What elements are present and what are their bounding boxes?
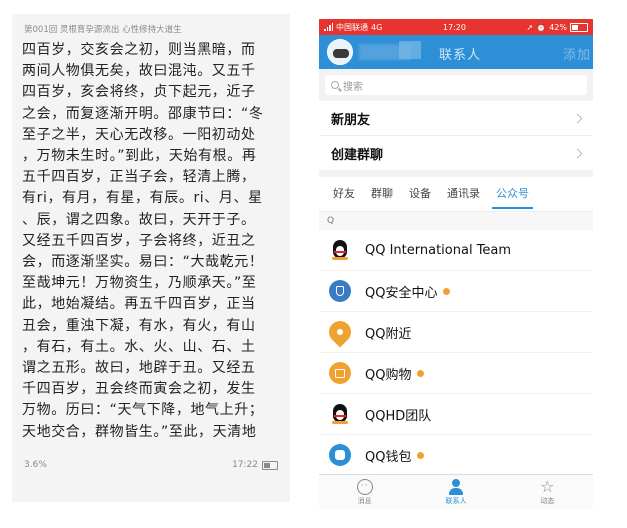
search-placeholder: 搜索: [343, 81, 363, 93]
list-item[interactable]: QQ International Team: [319, 230, 593, 271]
reader-time: 17:22: [232, 460, 258, 470]
text-line: 谓之五形。故曰，地辟于丑。又经五: [22, 360, 256, 377]
text-line: 、辰，谓之四象。故曰，天开于子。: [22, 211, 256, 228]
text-line: 又经五千四百岁，子会将终，近丑之: [22, 232, 256, 249]
list-item[interactable]: QQ安全中心: [319, 271, 593, 312]
text-line: 两间人物俱无矣，故曰混沌。又五千: [22, 63, 256, 80]
tab-address-book[interactable]: 通讯录: [439, 177, 488, 211]
tab-label: 联系人: [445, 496, 467, 505]
account-name: QQ钱包: [365, 449, 412, 465]
row-label: 创建群聊: [331, 147, 384, 163]
blurred-region: [399, 41, 421, 59]
search-bar: 搜索: [319, 69, 593, 101]
message-icon: [356, 478, 373, 495]
new-friends-row[interactable]: 新朋友: [319, 101, 593, 136]
text-line: 五千四百岁，正当子会，轻清上腾，: [22, 169, 256, 186]
text-line: 天地交合，群物皆生。”至此，天清地: [22, 423, 257, 440]
tab-label: 消息: [357, 496, 372, 505]
text-line: 四百岁，交亥会之初，则当黑暗，而: [22, 42, 256, 58]
notification-dot: [417, 369, 425, 377]
location-pin-icon: [324, 316, 356, 348]
bottom-tab-bar: 消息 联系人 ☆ 动态: [319, 474, 593, 509]
page-title: 联系人: [439, 48, 482, 63]
account-name: QQ International Team: [365, 242, 512, 258]
tab-messages[interactable]: 消息: [335, 478, 395, 506]
carrier-name: 中国联通: [336, 22, 368, 32]
reader-clock: 17:22: [232, 460, 278, 470]
text-line: 有ri，有月，有星，有辰。ri、月、星: [22, 190, 263, 207]
signal-icon: [324, 23, 333, 31]
create-group-chat-row[interactable]: 创建群聊: [319, 136, 593, 171]
tab-contacts[interactable]: 联系人: [426, 478, 486, 506]
battery-icon: [262, 460, 278, 470]
text-line: 丑会，重浊下凝，有水，有火，有山: [22, 317, 256, 334]
text-line: 至哉坤元！万物资生，乃顺承天。”至: [22, 275, 257, 292]
chevron-right-icon: [572, 113, 583, 123]
row-label: 新朋友: [331, 112, 371, 128]
wallet-icon: [329, 444, 351, 466]
ebook-reader-page[interactable]: 第001回 灵根育孕源流出 心性修持大道生 四百岁，交亥会之初，则当黑暗，而 两…: [12, 14, 290, 502]
battery-icon: [570, 22, 588, 32]
account-name: QQ购物: [365, 367, 412, 383]
list-item[interactable]: QQ购物: [319, 353, 593, 394]
text-line: 至子之半，天心无改移。一阳初动处: [22, 126, 256, 143]
account-name: QQ附近: [365, 326, 412, 342]
list-item[interactable]: QQHD团队: [319, 394, 593, 435]
text-line: 四百岁，亥会将终，贞下起元，近子: [22, 84, 256, 101]
add-button[interactable]: 添加: [563, 44, 591, 63]
notification-dot: [443, 287, 451, 295]
status-time: 17:20: [442, 22, 466, 32]
search-icon: [331, 81, 339, 89]
text-line: 会，而逐渐坚实。易曰：“大哉乾元！: [22, 254, 264, 271]
nav-bar: 联系人 添加: [319, 35, 593, 69]
chevron-right-icon: [572, 148, 583, 158]
text-line: ，万物未生时。”到此，天始有根。再: [22, 148, 257, 165]
penguin-icon: [329, 239, 351, 261]
avatar[interactable]: [327, 39, 353, 65]
tab-label: 动态: [540, 496, 555, 505]
chapter-title: 第001回 灵根育孕源流出 心性修持大道生: [24, 25, 182, 35]
tab-groups[interactable]: 群聊: [363, 177, 401, 211]
reading-text: 四百岁，交亥会之初，则当黑暗，而 两间人物俱无矣，故曰混沌。又五千 四百岁，亥会…: [22, 40, 284, 443]
list-item[interactable]: QQ附近: [319, 312, 593, 353]
tab-feeds[interactable]: ☆ 动态: [517, 476, 577, 506]
tab-friends[interactable]: 好友: [325, 177, 363, 211]
contact-tabs: 好友 群聊 设备 通讯录 公众号: [319, 177, 593, 212]
person-icon: [448, 478, 464, 495]
qq-contacts-screen: 中国联通 4G 17:20 ➚ ⏰ 42% 联系人 添加 搜索 新朋友 创建群聊…: [319, 19, 593, 509]
network-type: 4G: [371, 22, 383, 32]
notification-dot: [417, 451, 425, 459]
location-icon: ➚: [526, 22, 534, 32]
alarm-icon: ⏰: [536, 22, 547, 32]
status-bar: 中国联通 4G 17:20 ➚ ⏰ 42%: [319, 19, 593, 35]
star-icon: ☆: [540, 476, 555, 496]
account-name: QQHD团队: [365, 408, 432, 424]
shopping-bag-icon: [329, 362, 351, 384]
battery-percent: 42%: [549, 22, 567, 32]
text-line: 万物。历曰：“天气下降，地气上升；: [22, 402, 264, 419]
text-line: ，有石，有土。水、火、山、石、土: [22, 338, 256, 355]
text-line: 之会，而复逐渐开明。邵康节曰：“冬: [22, 105, 264, 122]
list-item[interactable]: QQ钱包: [319, 435, 593, 476]
penguin-icon: [329, 403, 351, 425]
account-name: QQ安全中心: [365, 285, 438, 301]
tab-devices[interactable]: 设备: [401, 177, 439, 211]
text-line: 千四百岁，丑会终而寅会之初，发生: [22, 381, 256, 398]
search-input[interactable]: 搜索: [325, 75, 587, 95]
shield-icon: [329, 280, 351, 302]
tab-official-accounts[interactable]: 公众号: [488, 177, 537, 211]
text-line: 此，地始凝结。再五千四百岁，正当: [22, 296, 256, 313]
section-header: Q: [319, 212, 593, 230]
reading-progress: 3.6%: [24, 460, 47, 470]
